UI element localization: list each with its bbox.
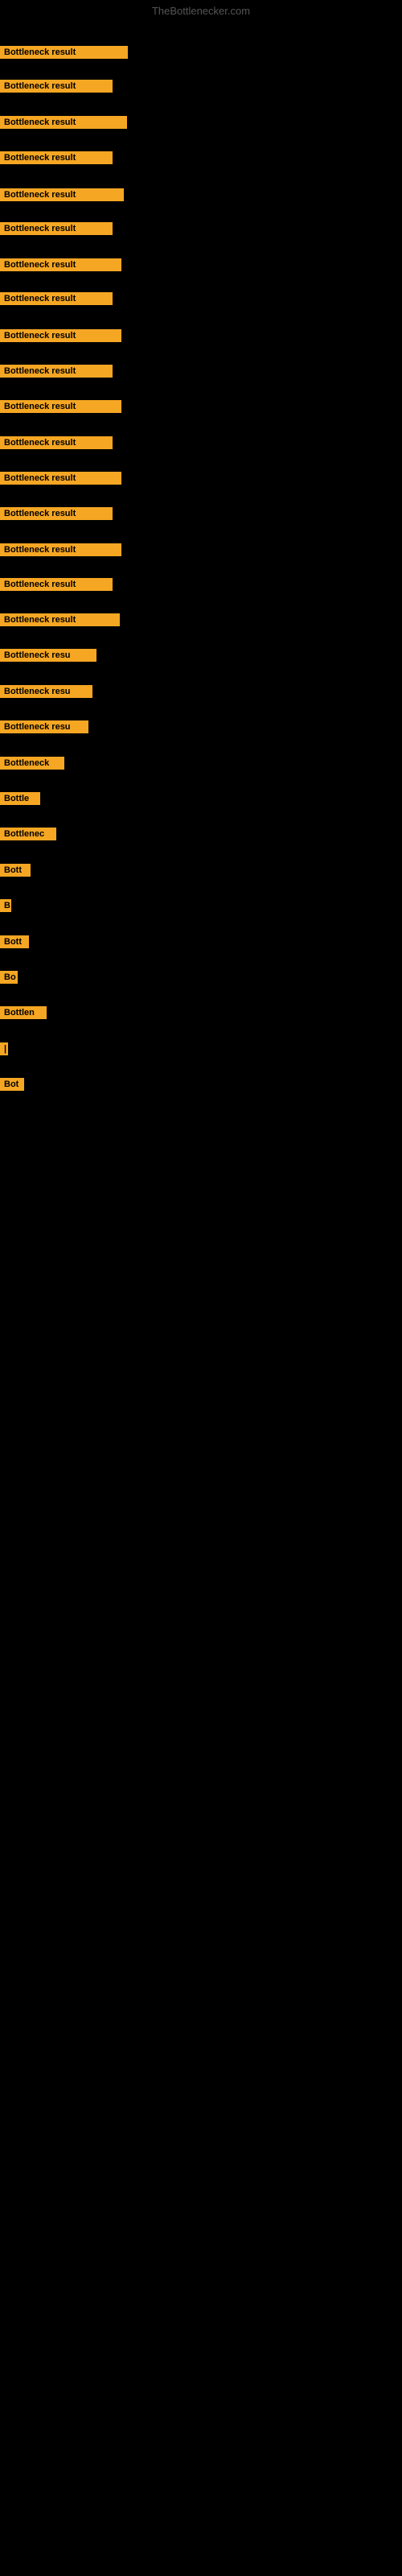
bottleneck-badge-18: Bottleneck resu	[0, 649, 96, 662]
bottleneck-badge-4: Bottleneck result	[0, 151, 113, 164]
bottleneck-badge-10: Bottleneck result	[0, 365, 113, 378]
bottleneck-badge-2: Bottleneck result	[0, 80, 113, 93]
bottleneck-badge-23: Bottlenec	[0, 828, 56, 840]
bottleneck-badge-30: Bot	[0, 1078, 24, 1091]
bottleneck-badge-24: Bott	[0, 864, 31, 877]
bottleneck-badge-21: Bottleneck	[0, 757, 64, 770]
bottleneck-badge-5: Bottleneck result	[0, 188, 124, 201]
bottleneck-badge-27: Bo	[0, 971, 18, 984]
site-title: TheBottlenecker.com	[0, 5, 402, 17]
bottleneck-badge-7: Bottleneck result	[0, 258, 121, 271]
bottleneck-badge-25: B	[0, 899, 11, 912]
bottleneck-badge-11: Bottleneck result	[0, 400, 121, 413]
bottleneck-badge-12: Bottleneck result	[0, 436, 113, 449]
bottleneck-badge-17: Bottleneck result	[0, 613, 120, 626]
bottleneck-badge-22: Bottle	[0, 792, 40, 805]
bottleneck-badge-28: Bottlen	[0, 1006, 47, 1019]
bottleneck-badge-29: |	[0, 1042, 8, 1055]
bottleneck-badge-3: Bottleneck result	[0, 116, 127, 129]
bottleneck-badge-1: Bottleneck result	[0, 46, 128, 59]
bottleneck-badge-8: Bottleneck result	[0, 292, 113, 305]
bottleneck-badge-9: Bottleneck result	[0, 329, 121, 342]
bottleneck-badge-20: Bottleneck resu	[0, 720, 88, 733]
bottleneck-badge-14: Bottleneck result	[0, 507, 113, 520]
bottleneck-badge-15: Bottleneck result	[0, 543, 121, 556]
bottleneck-badge-19: Bottleneck resu	[0, 685, 92, 698]
bottleneck-badge-6: Bottleneck result	[0, 222, 113, 235]
bottleneck-badge-26: Bott	[0, 935, 29, 948]
bottleneck-badge-13: Bottleneck result	[0, 472, 121, 485]
bottleneck-badge-16: Bottleneck result	[0, 578, 113, 591]
